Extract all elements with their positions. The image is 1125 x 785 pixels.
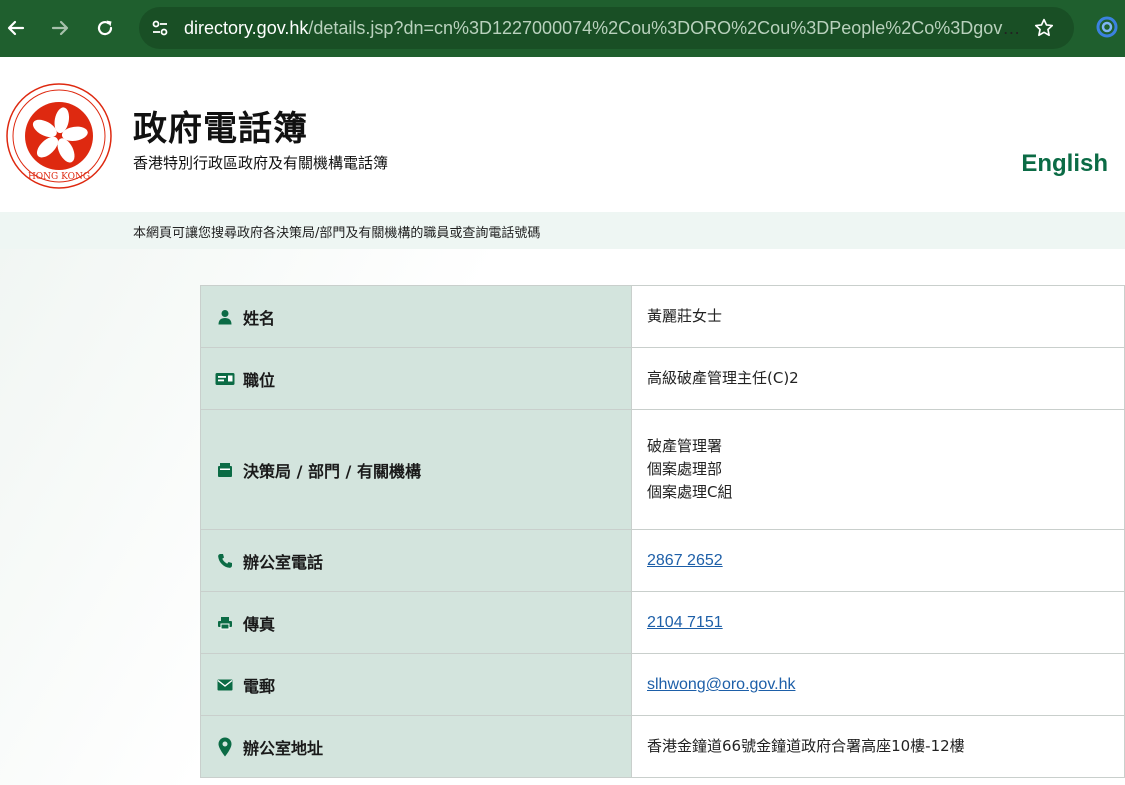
- url-path: /details.jsp?dn=cn%3D1227000074%2Cou%3DO…: [308, 18, 1024, 38]
- forward-arrow-icon: [51, 20, 69, 36]
- forward-button[interactable]: [44, 12, 76, 44]
- label-cell: 傳真: [200, 591, 632, 654]
- office-tel-link[interactable]: 2867 2652: [647, 552, 723, 569]
- post-label: 職位: [243, 370, 276, 390]
- id-card-icon: [215, 369, 235, 389]
- extension-icon[interactable]: [1096, 16, 1118, 38]
- star-icon: [1034, 18, 1054, 37]
- table-row-email: 電郵 slhwong@oro.gov.hk: [200, 653, 1125, 716]
- page-subtitle: 香港特別行政區政府及有關機構電話簿: [133, 154, 389, 172]
- department-line: 個案處理C組: [647, 483, 733, 501]
- url-text[interactable]: directory.gov.hk/details.jsp?dn=cn%3D122…: [184, 7, 1024, 49]
- fax-link[interactable]: 2104 7151: [647, 614, 723, 631]
- label-cell: 電郵: [200, 653, 632, 716]
- email-link[interactable]: slhwong@oro.gov.hk: [647, 676, 795, 693]
- notice-text: 本網頁可讓您搜尋政府各決策局/部門及有關機構的職員或查詢電話號碼: [133, 226, 541, 241]
- notice-bar: 本網頁可讓您搜尋政府各決策局/部門及有關機構的職員或查詢電話號碼: [0, 212, 1125, 249]
- value-cell: 2867 2652: [631, 529, 1125, 592]
- reload-icon: [97, 20, 113, 36]
- post-value: 高級破產管理主任(C)2: [647, 369, 799, 387]
- table-row-post: 職位 高級破產管理主任(C)2: [200, 347, 1125, 410]
- envelope-icon: [215, 675, 235, 695]
- value-cell: 2104 7151: [631, 591, 1125, 654]
- emblem-text: HONG KONG: [28, 172, 90, 182]
- fax-icon: [215, 613, 235, 633]
- label-cell: 職位: [200, 347, 632, 410]
- person-icon: [215, 307, 235, 327]
- value-cell: 高級破產管理主任(C)2: [631, 347, 1125, 410]
- page-header: HONG KONG 政府電話簿 香港特別行政區政府及有關機構電話簿 Englis…: [0, 57, 1125, 212]
- value-cell: slhwong@oro.gov.hk: [631, 653, 1125, 716]
- department-value: 破產管理署 個案處理部 個案處理C組: [632, 435, 1124, 504]
- email-label: 電郵: [243, 676, 276, 696]
- table-row-name: 姓名 黃麗莊女士: [200, 285, 1125, 348]
- back-arrow-icon: [7, 20, 25, 36]
- name-label: 姓名: [243, 308, 276, 328]
- inbox-icon: [215, 460, 235, 480]
- table-row-department: 決策局 / 部門 / 有關機構 破產管理署 個案處理部 個案處理C組: [200, 409, 1125, 530]
- staff-details-table: 姓名 黃麗莊女士 職位 高級破產管理主任(C)2 決策局 / 部門 / 有關機構…: [200, 285, 1125, 778]
- fax-label: 傳真: [243, 614, 276, 634]
- map-pin-icon: [215, 737, 235, 757]
- department-line: 個案處理部: [647, 460, 723, 478]
- reload-button[interactable]: [89, 12, 121, 44]
- url-host: directory.gov.hk: [184, 18, 309, 38]
- label-cell: 姓名: [200, 285, 632, 348]
- back-button[interactable]: [0, 12, 32, 44]
- english-language-link[interactable]: English: [1021, 150, 1108, 178]
- table-row-office-tel: 辦公室電話 2867 2652: [200, 529, 1125, 592]
- department-label: 決策局 / 部門 / 有關機構: [243, 461, 421, 481]
- table-row-fax: 傳真 2104 7151: [200, 591, 1125, 654]
- phone-icon: [215, 551, 235, 571]
- name-value: 黃麗莊女士: [647, 307, 723, 325]
- value-cell: 破產管理署 個案處理部 個案處理C組: [631, 409, 1125, 530]
- value-cell: 香港金鐘道66號金鐘道政府合署高座10樓-12樓: [631, 715, 1125, 778]
- hksar-emblem-icon: HONG KONG: [6, 83, 112, 189]
- browser-toolbar: directory.gov.hk/details.jsp?dn=cn%3D122…: [0, 0, 1125, 57]
- address-label: 辦公室地址: [243, 738, 324, 758]
- site-info-button[interactable]: [147, 15, 173, 41]
- office-tel-label: 辦公室電話: [243, 552, 324, 572]
- label-cell: 辦公室地址: [200, 715, 632, 778]
- value-cell: 黃麗莊女士: [631, 285, 1125, 348]
- tune-icon: [152, 20, 168, 36]
- table-row-address: 辦公室地址 香港金鐘道66號金鐘道政府合署高座10樓-12樓: [200, 715, 1125, 778]
- label-cell: 辦公室電話: [200, 529, 632, 592]
- address-value: 香港金鐘道66號金鐘道政府合署高座10樓-12樓: [647, 737, 965, 755]
- department-line: 破產管理署: [647, 437, 723, 455]
- bookmark-button[interactable]: [1032, 16, 1056, 40]
- label-cell: 決策局 / 部門 / 有關機構: [200, 409, 632, 530]
- page-title: 政府電話簿: [133, 109, 308, 149]
- address-bar[interactable]: directory.gov.hk/details.jsp?dn=cn%3D122…: [139, 7, 1074, 49]
